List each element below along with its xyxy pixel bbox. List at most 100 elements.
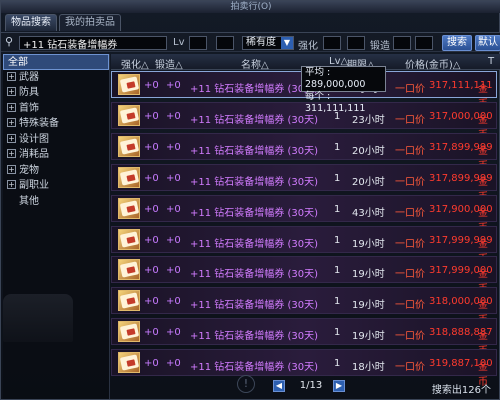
table-row[interactable]: +0 +0 +11 钻石装备增幅券 (30天) 1 19小时 一口价 318,888,887… bbox=[111, 318, 497, 357]
enhance-min-input[interactable] bbox=[323, 36, 341, 50]
row-forge: +0 bbox=[166, 172, 181, 184]
row-qty: 1 bbox=[334, 172, 341, 184]
coupon-seal bbox=[126, 173, 136, 182]
forge-max-input[interactable] bbox=[415, 36, 433, 50]
default-button[interactable]: 默认 bbox=[475, 35, 500, 51]
sidebar-item-armor[interactable]: + 防具 bbox=[3, 85, 109, 101]
row-enhance: +0 bbox=[144, 358, 159, 370]
sidebar-item-other[interactable]: 其他 bbox=[3, 194, 109, 210]
lv-min-input[interactable] bbox=[189, 36, 207, 50]
row-name: +11 钻石装备增幅券 (30天) bbox=[190, 362, 318, 374]
row-price-type: 一口价 bbox=[395, 114, 425, 126]
sidebar-item-blueprints[interactable]: + 设计图 bbox=[3, 132, 109, 148]
row-qty: 1 bbox=[334, 203, 341, 215]
expand-icon[interactable]: + bbox=[7, 102, 16, 112]
sidebar-item-subjob[interactable]: + 副职业 bbox=[3, 178, 109, 194]
coupon-icon bbox=[118, 166, 140, 188]
row-time: 20小时 bbox=[352, 145, 385, 157]
row-enhance: +0 bbox=[144, 296, 159, 308]
sidebar-item-label: 全部 bbox=[8, 57, 28, 68]
row-price-type: 一口价 bbox=[395, 362, 425, 374]
row-name: +11 钻石装备增幅券 (30天) bbox=[190, 145, 318, 157]
sidebar-item-label: 消耗品 bbox=[19, 149, 49, 160]
lv-label: Lv bbox=[173, 37, 185, 48]
tab-my-auctions[interactable]: 我的拍卖品 bbox=[59, 14, 121, 31]
sidebar-item-consumables[interactable]: + 消耗品 bbox=[3, 147, 109, 163]
forge-min-input[interactable] bbox=[393, 36, 411, 50]
sidebar-item-all[interactable]: 全部 bbox=[3, 54, 109, 70]
expand-icon[interactable]: + bbox=[7, 118, 16, 127]
search-bar: ⚲ Lv 稀有度 ▼ 强化 锻造 搜索 默认 bbox=[1, 32, 500, 52]
row-enhance: +0 bbox=[144, 80, 159, 91]
sidebar-item-special-equipment[interactable]: + 特殊装备 bbox=[3, 116, 109, 132]
table-row[interactable]: +0 +0 +11 钻石装备增幅券 (30天) 1 19小时 一口价 317,999,999… bbox=[111, 225, 497, 265]
row-name: +11 钻石装备增幅券 (30天) bbox=[190, 331, 318, 343]
row-enhance: +0 bbox=[144, 172, 159, 184]
table-row[interactable]: +0 +0 +11 钻石装备增幅券 (30天) 1 43小时 一口价 317,900,000… bbox=[111, 194, 497, 234]
row-name: +11 钻石装备增幅券 (30天) bbox=[190, 238, 318, 250]
table-row[interactable]: +0 +0 +11 钻石装备增幅券 (30天) 1 20小时 一口价 317,899,999… bbox=[111, 132, 497, 172]
coupon-seal bbox=[126, 204, 136, 213]
search-button[interactable]: 搜索 bbox=[442, 35, 472, 51]
row-time: 43小时 bbox=[352, 207, 385, 219]
expand-icon[interactable]: + bbox=[7, 149, 16, 158]
category-sidebar: 全部 + 武器 + 防具 + 首饰 + 特殊装备 + 设计图 + 消耗品 + 宠物 + 副职业 … bbox=[3, 54, 110, 399]
triangle-right-icon[interactable]: ▶ bbox=[333, 380, 345, 392]
row-price-type: 一口价 bbox=[395, 300, 425, 312]
row-price-type: 一口价 bbox=[395, 145, 425, 157]
table-row[interactable]: +0 +0 +11 钻石装备增幅券 (30天) 1 20小时 一口价 317,899,999… bbox=[111, 163, 497, 203]
coupon-icon bbox=[118, 259, 140, 281]
row-forge: +0 bbox=[166, 296, 181, 308]
row-price-type: 一口价 bbox=[395, 238, 425, 250]
row-forge: +0 bbox=[166, 265, 181, 277]
tooltip-each-line: 每个 : 311,111,111 bbox=[305, 91, 366, 114]
coupon-icon bbox=[118, 104, 140, 126]
chest-decoration bbox=[3, 294, 73, 342]
coupon-icon bbox=[118, 321, 140, 343]
row-name: +11 钻石装备增幅券 (30天) bbox=[190, 207, 318, 219]
row-qty: 1 bbox=[334, 141, 341, 153]
row-time: 19小时 bbox=[352, 269, 385, 281]
expand-icon[interactable]: + bbox=[7, 71, 16, 81]
tooltip-avg-line: 平均 : 289,000,000 bbox=[305, 67, 366, 90]
expand-icon[interactable]: + bbox=[7, 180, 16, 189]
tooltip-each-value: 311,111,111 bbox=[305, 103, 366, 114]
sidebar-item-pets[interactable]: + 宠物 bbox=[3, 163, 109, 179]
sidebar-item-label: 设计图 bbox=[19, 133, 49, 145]
table-row[interactable]: +0 +0 +11 钻石装备增幅券 (30天) 1 19小时 一口价 318,000,000… bbox=[111, 287, 497, 326]
sidebar-item-accessories[interactable]: + 首饰 bbox=[3, 101, 109, 117]
expand-icon[interactable]: + bbox=[7, 133, 16, 143]
row-enhance: +0 bbox=[144, 141, 159, 153]
header-name[interactable]: 名称△ bbox=[241, 56, 269, 71]
enhance-max-input[interactable] bbox=[347, 36, 365, 50]
coupon-icon bbox=[118, 290, 140, 312]
sidebar-item-weapons[interactable]: + 武器 bbox=[3, 70, 109, 86]
lv-max-input[interactable] bbox=[216, 36, 234, 50]
row-qty: 1 bbox=[334, 234, 341, 246]
coupon-icon bbox=[118, 197, 140, 219]
row-enhance: +0 bbox=[144, 265, 159, 277]
exclamation-icon: ! bbox=[237, 375, 255, 393]
tab-bar: 物品搜索 我的拍卖品 bbox=[5, 14, 121, 31]
header-price[interactable]: 价格(金币)△ bbox=[405, 56, 461, 71]
sidebar-item-label: 宠物 bbox=[19, 164, 39, 176]
row-forge: +0 bbox=[166, 234, 181, 246]
row-enhance: +0 bbox=[144, 110, 159, 122]
search-icon: ⚲ bbox=[5, 35, 14, 48]
row-price-type: 一口价 bbox=[395, 331, 425, 343]
result-count: 搜索出126个 bbox=[431, 385, 491, 396]
header-enhance[interactable]: 强化△ bbox=[121, 56, 149, 71]
expand-icon[interactable]: + bbox=[7, 87, 16, 96]
table-row[interactable]: +0 +0 +11 钻石装备增幅券 (30天) 1 19小时 一口价 317,999,000… bbox=[111, 256, 497, 295]
search-input[interactable] bbox=[19, 36, 167, 50]
row-name: +11 钻石装备增幅券 (30天) bbox=[190, 84, 318, 95]
triangle-left-icon[interactable]: ◀ bbox=[273, 380, 285, 392]
tab-item-search[interactable]: 物品搜索 bbox=[5, 14, 57, 31]
expand-icon[interactable]: + bbox=[7, 164, 16, 174]
rarity-select[interactable]: 稀有度 ▼ bbox=[242, 36, 294, 50]
sidebar-item-label: 武器 bbox=[19, 71, 39, 83]
table-row[interactable]: +0 +0 +11 钻石装备增幅券 (30天) 1 23小时 一口价 317,000,000… bbox=[111, 101, 497, 141]
header-forge[interactable]: 锻造△ bbox=[155, 56, 183, 71]
row-time: 20小时 bbox=[352, 176, 385, 188]
row-time: 19小时 bbox=[352, 331, 385, 343]
